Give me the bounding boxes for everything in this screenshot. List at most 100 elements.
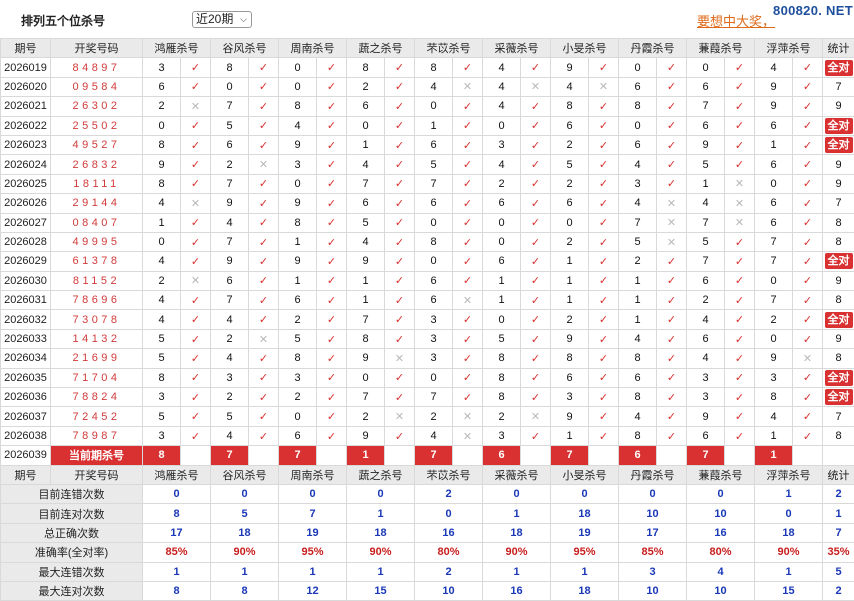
kill-number-cell: 4 [687, 349, 725, 368]
current-kill-number: 6 [619, 446, 657, 465]
result-mark-cell: ✓ [249, 252, 279, 271]
kill-number-cell: 6 [551, 116, 589, 135]
kill-number-cell: 5 [347, 213, 385, 232]
kill-number-cell: 7 [415, 388, 453, 407]
range-select[interactable]: 近20期 ⌵ [192, 11, 252, 28]
kill-number-cell: 4 [755, 58, 793, 77]
kill-number-cell: 3 [279, 155, 317, 174]
check-icon: ✓ [803, 372, 812, 384]
table-row: 2026035717048✓3✓3✓0✓0✓8✓6✓6✓3✓3✓全对 [1, 368, 854, 387]
kill-number-cell: 8 [483, 368, 521, 387]
header-expert: 谷风杀号 [211, 465, 279, 484]
result-mark-cell: ✓ [589, 310, 619, 329]
check-icon: ✓ [667, 295, 676, 307]
result-mark-cell: ✕ [181, 194, 211, 213]
check-icon: ✓ [735, 62, 744, 74]
result-mark-cell: ✓ [181, 116, 211, 135]
kill-number-cell: 9 [211, 194, 249, 213]
result-mark-cell: ✓ [249, 174, 279, 193]
result-mark-cell: ✓ [453, 388, 483, 407]
kill-number-cell: 8 [143, 135, 181, 154]
check-icon: ✓ [463, 372, 472, 384]
summary-value: 85% [619, 543, 687, 562]
check-icon: ✓ [667, 120, 676, 132]
table-row: 2026037724525✓5✓0✓2✕2✕2✕9✓4✓9✓4✓7 [1, 407, 854, 426]
check-icon: ✓ [531, 275, 540, 287]
result-mark-cell: ✓ [249, 426, 279, 445]
header-issue: 期号 [1, 39, 51, 58]
result-mark-cell: ✓ [317, 155, 347, 174]
result-mark-cell: ✓ [317, 77, 347, 96]
kill-number-cell: 9 [143, 155, 181, 174]
result-mark-cell: ✕ [657, 194, 687, 213]
result-mark-cell: ✓ [657, 77, 687, 96]
kill-number-cell: 5 [687, 155, 725, 174]
current-kill-number: 1 [755, 446, 793, 465]
kill-number-cell: 4 [347, 232, 385, 251]
kill-number-cell: 6 [619, 77, 657, 96]
issue-cell: 2026023 [1, 135, 51, 154]
header-expert: 鸿雁杀号 [143, 465, 211, 484]
result-mark-cell: ✕ [181, 97, 211, 116]
stat-cell: 全对 [823, 58, 854, 77]
result-mark-cell: ✓ [453, 58, 483, 77]
result-mark-cell: ✓ [453, 271, 483, 290]
result-mark-cell: ✓ [725, 116, 755, 135]
result-mark-cell: ✓ [453, 135, 483, 154]
current-kill-number: 7 [279, 446, 317, 465]
check-icon: ✓ [395, 275, 404, 287]
result-mark-cell: ✓ [725, 155, 755, 174]
kill-number-cell: 4 [619, 194, 657, 213]
result-mark-cell: ✓ [521, 174, 551, 193]
all-correct-badge: 全对 [825, 370, 853, 386]
kill-number-cell: 4 [143, 252, 181, 271]
result-mark-cell: ✓ [657, 97, 687, 116]
summary-value: 1 [823, 504, 854, 523]
summary-value: 0 [415, 504, 483, 523]
summary-value: 1 [279, 562, 347, 581]
header-expert: 周南杀号 [279, 39, 347, 58]
check-icon: ✓ [735, 314, 744, 326]
check-icon: ✓ [327, 62, 336, 74]
all-correct-badge: 全对 [825, 312, 853, 328]
check-icon: ✓ [803, 314, 812, 326]
result-mark-cell: ✓ [181, 77, 211, 96]
check-icon: ✓ [395, 237, 404, 249]
result-mark-cell: ✓ [793, 194, 823, 213]
current-kill-spacer [317, 446, 347, 465]
draw-number-cell: 73078 [51, 310, 143, 329]
check-icon: ✓ [803, 217, 812, 229]
result-mark-cell: ✓ [521, 388, 551, 407]
kill-number-cell: 1 [551, 271, 589, 290]
table-row: 2026030811522✕6✓1✓1✓6✓1✓1✓1✓6✓0✓9 [1, 271, 854, 290]
kill-number-cell: 9 [279, 135, 317, 154]
kill-number-cell: 1 [619, 310, 657, 329]
check-icon: ✓ [191, 431, 200, 443]
promo-link[interactable]: 要想中大奖， [697, 11, 775, 30]
check-icon: ✓ [599, 275, 608, 287]
kill-number-cell: 8 [143, 368, 181, 387]
table-row: 2026024268329✓2✕3✓4✓5✓4✓5✓4✓5✓6✓9 [1, 155, 854, 174]
check-icon: ✓ [191, 62, 200, 74]
check-icon: ✓ [803, 159, 812, 171]
result-mark-cell: ✓ [725, 58, 755, 77]
check-icon: ✓ [667, 81, 676, 93]
issue-cell: 2026025 [1, 174, 51, 193]
kill-number-cell: 4 [619, 407, 657, 426]
result-mark-cell: ✓ [657, 388, 687, 407]
summary-value: 2 [415, 484, 483, 503]
result-mark-cell: ✓ [657, 329, 687, 348]
kill-number-cell: 2 [755, 310, 793, 329]
result-mark-cell: ✕ [725, 213, 755, 232]
kill-number-cell: 9 [347, 252, 385, 271]
kill-number-cell: 1 [551, 252, 589, 271]
stat-cell: 全对 [823, 388, 854, 407]
result-mark-cell: ✕ [521, 407, 551, 426]
current-issue-cell: 2026039 [1, 446, 51, 465]
kill-number-cell: 5 [143, 349, 181, 368]
kill-number-cell: 0 [619, 116, 657, 135]
kill-number-cell: 2 [551, 310, 589, 329]
check-icon: ✓ [395, 81, 404, 93]
kill-number-cell: 2 [211, 155, 249, 174]
kill-number-cell: 4 [143, 310, 181, 329]
